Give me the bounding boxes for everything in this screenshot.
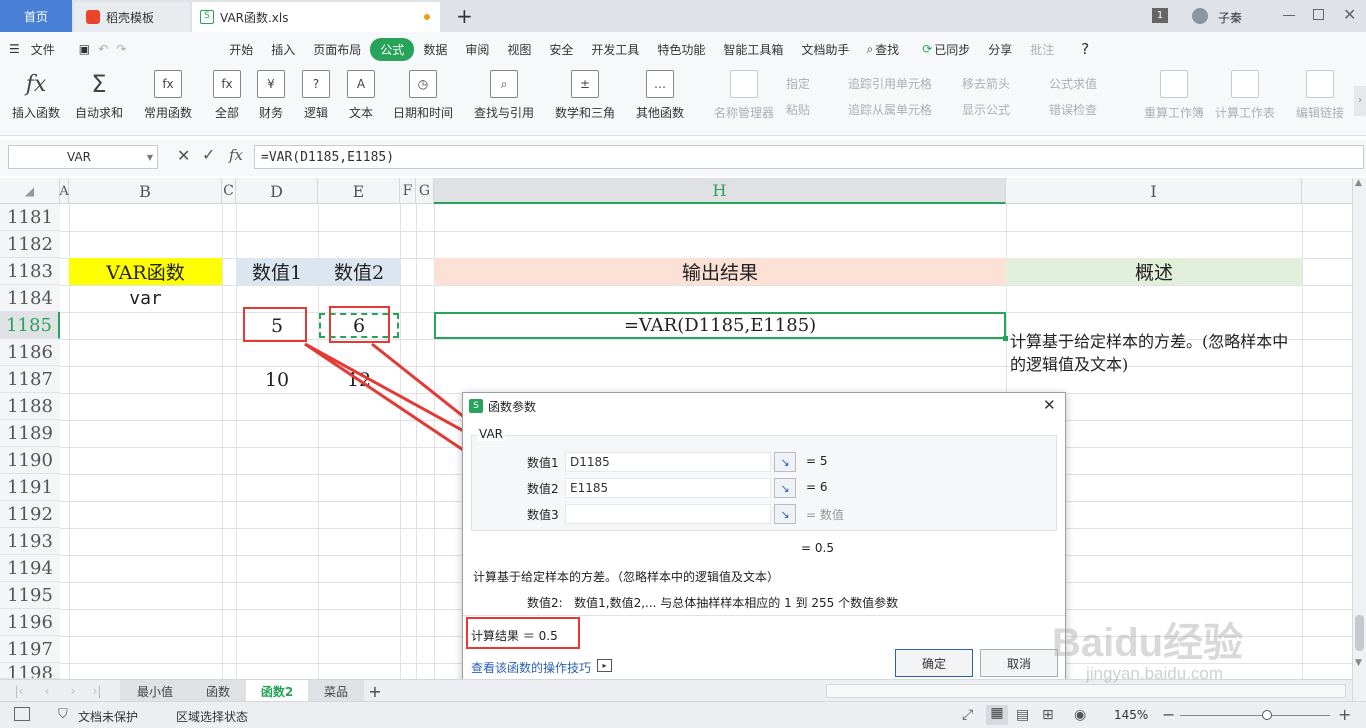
arg-input-2[interactable]: E1185 bbox=[565, 478, 771, 498]
range-picker-icon[interactable]: ↘ bbox=[774, 452, 796, 472]
eye-protect-icon[interactable]: ◉ bbox=[1074, 707, 1086, 723]
zoom-slider[interactable] bbox=[1180, 715, 1330, 716]
arg-label-2: 数值2 bbox=[527, 482, 559, 496]
dialog-icon: S bbox=[469, 399, 483, 413]
close-icon[interactable]: ✕ bbox=[1043, 396, 1056, 414]
shield-icon: ⛉ bbox=[58, 707, 68, 722]
fullscreen-icon[interactable]: ⤢ bbox=[962, 707, 973, 723]
zoom-in-button[interactable]: + bbox=[1338, 705, 1351, 724]
video-icon[interactable]: ▸ bbox=[597, 659, 612, 672]
horizontal-scrollbar[interactable] bbox=[826, 684, 1346, 698]
sheet-nav-next-icon[interactable]: › bbox=[66, 680, 80, 702]
annotation-box bbox=[466, 617, 580, 649]
function-description: 计算基于给定样本的方差。（忽略样本中的逻辑值及文本） bbox=[473, 570, 780, 584]
status-bar: ⛉ 文档未保护 区域选择状态 ⤢ ▦ ▤ ⊞ ◉ 145% − + bbox=[0, 701, 1366, 728]
normal-view-icon[interactable]: ▦ bbox=[986, 705, 1008, 725]
arg-label-1: 数值1 bbox=[527, 456, 559, 470]
dialog-title: 函数参数 bbox=[488, 400, 537, 414]
ok-button[interactable]: 确定 bbox=[895, 649, 973, 677]
arg-input-1[interactable]: D1185 bbox=[565, 452, 771, 472]
sheet-tab-func2[interactable]: 函数2 bbox=[246, 680, 308, 702]
sheet-tab-dishes[interactable]: 菜品 bbox=[308, 680, 364, 702]
scrollbar-thumb[interactable] bbox=[1355, 615, 1364, 651]
sheet-tab-func[interactable]: 函数 bbox=[190, 680, 246, 702]
sheet-tab-min[interactable]: 最小值 bbox=[120, 680, 190, 702]
page-layout-icon[interactable]: ▤ bbox=[1016, 707, 1029, 723]
sheet-nav-last-icon[interactable]: ›| bbox=[90, 680, 104, 702]
zoom-slider-thumb[interactable] bbox=[1262, 710, 1272, 720]
watermark-logo: Baidu经验 bbox=[1052, 621, 1244, 665]
selection-status: 区域选择状态 bbox=[176, 710, 249, 724]
function-arguments-dialog: S 函数参数 ✕ VAR 数值1 D1185 ↘ = 5 数值2 E1185 ↘… bbox=[462, 392, 1066, 686]
zoom-out-button[interactable]: − bbox=[1162, 705, 1175, 724]
zoom-level[interactable]: 145% bbox=[1114, 708, 1148, 722]
sheet-nav-prev-icon[interactable]: ‹ bbox=[40, 680, 54, 702]
macro-icon[interactable] bbox=[14, 707, 30, 721]
group-label: VAR bbox=[477, 427, 505, 441]
scroll-down-icon[interactable]: ▼ bbox=[1355, 658, 1362, 668]
arg-result-1: = 5 bbox=[806, 454, 828, 468]
dialog-divider bbox=[463, 615, 1065, 616]
watermark-url: jingyan.baidu.com bbox=[1086, 664, 1224, 683]
protection-status[interactable]: 文档未保护 bbox=[78, 708, 138, 725]
sheet-nav-first-icon[interactable]: |‹ bbox=[12, 680, 26, 702]
total-result: = 0.5 bbox=[801, 541, 834, 555]
arg-result-3: = 数值 bbox=[806, 508, 844, 522]
range-picker-icon[interactable]: ↘ bbox=[774, 504, 796, 524]
add-sheet-button[interactable]: + bbox=[364, 680, 386, 702]
range-picker-icon[interactable]: ↘ bbox=[774, 478, 796, 498]
vertical-scrollbar[interactable]: ▲ ▼ bbox=[1352, 178, 1366, 701]
arg-result-2: = 6 bbox=[806, 480, 828, 494]
cancel-button[interactable]: 取消 bbox=[980, 649, 1058, 677]
scroll-up-icon[interactable]: ▲ bbox=[1355, 178, 1362, 188]
arg-label-3: 数值3 bbox=[527, 508, 559, 522]
arg-input-3[interactable] bbox=[565, 504, 771, 524]
tips-link[interactable]: 查看该函数的操作技巧 bbox=[471, 659, 591, 676]
argument-help: 数值2: 数值1,数值2,... 与总体抽样样本相应的 1 到 255 个数值参… bbox=[527, 596, 899, 610]
page-break-icon[interactable]: ⊞ bbox=[1042, 707, 1054, 723]
